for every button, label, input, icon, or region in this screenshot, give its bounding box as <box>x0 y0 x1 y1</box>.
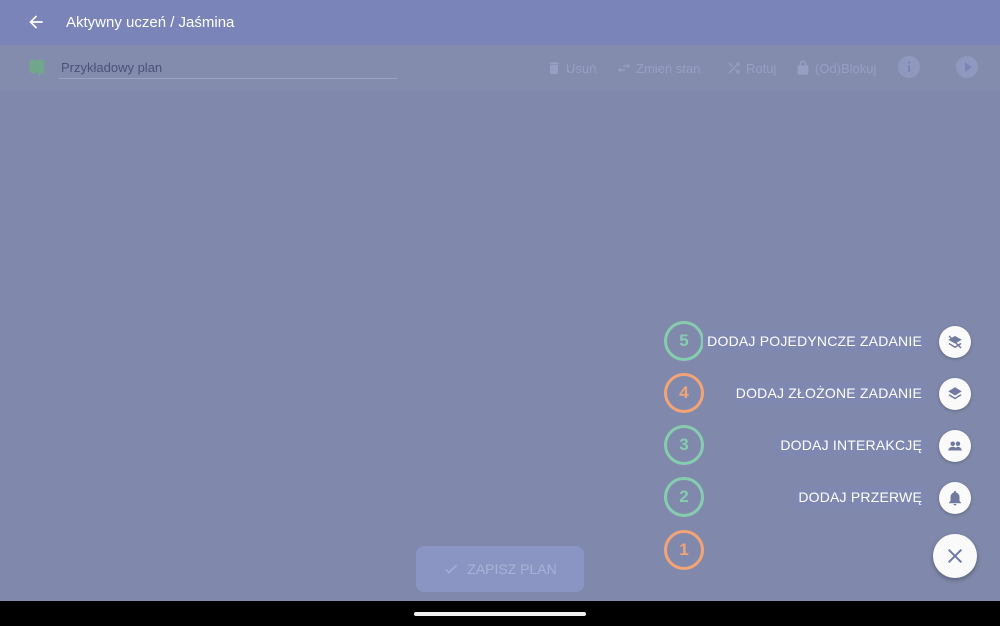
step-badge: 3 <box>664 425 704 465</box>
step-badge: 1 <box>664 530 704 570</box>
app-bar: Aktywny uczeń / Jaśmina <box>0 0 1000 45</box>
lock-label: (Od)Blokuj <box>815 60 877 76</box>
system-navigation-bar <box>0 601 1000 626</box>
change-state-button[interactable]: Zmień stan <box>616 58 700 78</box>
home-gesture-handle[interactable] <box>414 612 586 616</box>
change-state-label: Zmień stan <box>636 60 701 76</box>
close-icon <box>948 549 962 563</box>
arrow-left-icon[interactable] <box>26 12 46 32</box>
trash-icon <box>549 62 559 74</box>
close-fab-button[interactable] <box>933 534 977 578</box>
swap-icon <box>618 63 630 73</box>
check-icon <box>445 564 458 574</box>
step-badge: 4 <box>664 373 704 413</box>
fab-item-break: 2 DODAJ PRZERWĘ <box>0 477 1000 517</box>
shuffle-icon <box>728 62 740 74</box>
step-badge: 5 <box>664 321 704 361</box>
plan-toolbar: Usuń Zmień stan Rotuj (Od)Blokuj <box>0 45 1000 91</box>
lock-button[interactable]: (Od)Blokuj <box>795 58 876 78</box>
delete-label: Usuń <box>566 60 597 76</box>
delete-button[interactable]: Usuń <box>546 58 596 78</box>
layers-icon[interactable] <box>939 378 971 410</box>
step-badge: 2 <box>664 477 704 517</box>
shuffle-button[interactable]: Rotuj <box>726 58 776 78</box>
fab-item-complex-task: 4 DODAJ ZŁOŻONE ZADANIE <box>0 373 1000 413</box>
info-icon[interactable] <box>898 56 920 78</box>
lock-icon <box>797 60 809 75</box>
plan-name-input[interactable] <box>59 57 397 79</box>
page-title: Aktywny uczeń / Jaśmina <box>66 14 235 31</box>
people-icon[interactable] <box>939 430 971 462</box>
play-icon[interactable] <box>956 56 978 78</box>
add-complex-task-label[interactable]: DODAJ ZŁOŻONE ZADANIE <box>731 382 926 404</box>
clover-icon <box>26 56 48 78</box>
add-interaction-label[interactable]: DODAJ INTERAKCJĘ <box>776 434 926 456</box>
save-plan-button[interactable]: ZAPISZ PLAN <box>416 546 584 592</box>
save-plan-label: ZAPISZ PLAN <box>467 561 557 577</box>
bell-icon[interactable] <box>939 482 971 514</box>
add-break-label[interactable]: DODAJ PRZERWĘ <box>794 486 926 508</box>
fab-item-single-task: 5 DODAJ POJEDYNCZE ZADANIE <box>0 321 1000 361</box>
layers-off-icon[interactable] <box>939 326 971 358</box>
fab-item-interaction: 3 DODAJ INTERAKCJĘ <box>0 425 1000 465</box>
add-single-task-label[interactable]: DODAJ POJEDYNCZE ZADANIE <box>703 330 926 352</box>
shuffle-label: Rotuj <box>746 60 777 76</box>
